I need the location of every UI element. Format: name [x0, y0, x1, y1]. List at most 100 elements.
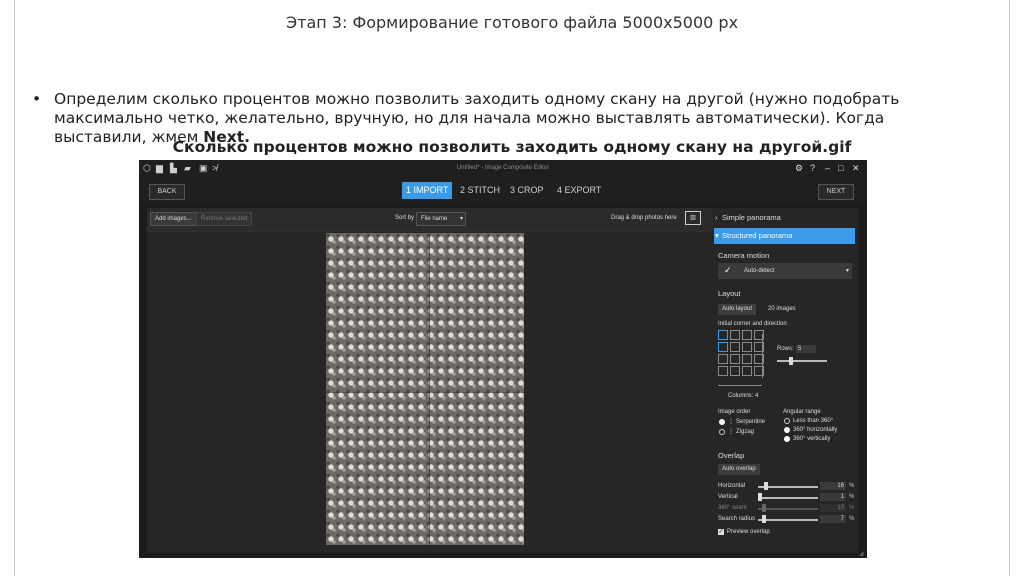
- step-crop-label: CROP: [517, 185, 544, 195]
- folder-open-icon[interactable]: ▰: [184, 164, 193, 173]
- rows-arrow: [762, 334, 763, 378]
- vertical-slider-thumb[interactable]: [758, 493, 762, 501]
- vertical-percent: %: [849, 494, 855, 500]
- vert-360-label: 360° vertically: [793, 436, 831, 442]
- horizontal-slider-thumb[interactable]: [764, 482, 768, 490]
- export-icon[interactable]: ≯: [212, 164, 221, 173]
- layout-label: Layout: [718, 289, 741, 298]
- camera-motion-value: Auto-detect: [744, 268, 775, 274]
- sort-by-label: Sort by: [395, 215, 415, 221]
- search-radius-slider-track[interactable]: [758, 519, 818, 521]
- grid-cell[interactable]: [730, 354, 740, 364]
- settings-panel: › Simple panorama ▾ Structured panorama …: [712, 208, 859, 553]
- image-seam-horizontal: [326, 392, 524, 393]
- horizontal-label: Horizontal: [718, 483, 746, 489]
- step-stitch[interactable]: 2 STITCH: [456, 182, 504, 199]
- grid-cell[interactable]: [742, 354, 752, 364]
- search-radius-slider-thumb[interactable]: [762, 515, 766, 523]
- less-than-360-label: Less than 360°: [793, 418, 834, 424]
- add-images-button[interactable]: Add images...: [150, 212, 197, 226]
- rows-slider-track[interactable]: [777, 360, 827, 362]
- step-crop-num: 3: [510, 185, 516, 195]
- image-seam-vertical: [429, 233, 430, 545]
- seam-label: 360° seam: [718, 505, 747, 511]
- grid-cell[interactable]: [730, 342, 740, 352]
- minimize-icon[interactable]: –: [825, 163, 830, 173]
- rows-label: Rows:: [777, 346, 794, 352]
- rows-input[interactable]: 5: [796, 345, 816, 353]
- gear-icon[interactable]: ⚙: [795, 163, 803, 174]
- camera-motion-select[interactable]: ✓ Auto-detect ▾: [718, 263, 852, 279]
- vertical-label: Vertical: [718, 494, 738, 500]
- stitched-preview-image[interactable]: [326, 233, 524, 545]
- grid-cell[interactable]: [742, 366, 752, 376]
- chevron-down-icon: ▾: [459, 216, 463, 222]
- simple-panorama-option[interactable]: › Simple panorama: [712, 211, 859, 225]
- seam-percent: %: [849, 505, 855, 511]
- vertical-value[interactable]: 1: [820, 493, 846, 501]
- structured-panorama-label: Structured panorama: [722, 231, 793, 240]
- grid-cell[interactable]: [730, 330, 740, 340]
- chevron-right-icon: ›: [715, 213, 718, 222]
- folder-icon[interactable]: ▆: [156, 164, 165, 173]
- columns-label: Columns: 4: [728, 393, 759, 399]
- structured-panorama-option[interactable]: ▾ Structured panorama: [714, 228, 855, 244]
- grid-cell[interactable]: [718, 330, 728, 340]
- remove-selected-button[interactable]: Remove selected: [196, 212, 253, 226]
- next-button[interactable]: NEXT: [818, 184, 854, 200]
- corner-grid[interactable]: [718, 330, 774, 382]
- step-stitch-num: 2: [460, 185, 466, 195]
- step-export-label: EXPORT: [564, 185, 602, 195]
- step-import[interactable]: 1 IMPORT: [402, 182, 453, 199]
- zigzag-radio[interactable]: [719, 429, 725, 435]
- grid-cell[interactable]: [718, 342, 728, 352]
- search-radius-label: Search radius: [718, 516, 756, 522]
- horizontal-percent: %: [849, 483, 855, 489]
- step-crop[interactable]: 3 CROP: [506, 182, 548, 199]
- film-strip-icon: ▥: [685, 211, 701, 225]
- maximize-icon[interactable]: □: [838, 163, 843, 173]
- import-toolbar: Add images... Remove selected Sort by Fi…: [147, 208, 712, 230]
- vertical-slider-track[interactable]: [758, 497, 818, 499]
- grid-cell[interactable]: [718, 354, 728, 364]
- help-icon[interactable]: ?: [810, 163, 815, 173]
- grid-cell[interactable]: [742, 330, 752, 340]
- resize-grip-icon[interactable]: ◢: [859, 550, 864, 557]
- grid-cell[interactable]: [718, 366, 728, 376]
- preview-overlap-checkbox[interactable]: ✓: [718, 529, 724, 535]
- zigzag-label: Zigzag: [736, 429, 755, 435]
- step-export[interactable]: 4 EXPORT: [553, 182, 605, 199]
- grid-cell[interactable]: [730, 366, 740, 376]
- back-label: BACK: [157, 188, 177, 195]
- vert-360-radio[interactable]: [784, 436, 790, 442]
- auto-layout-button[interactable]: Auto layout: [718, 304, 757, 315]
- horiz-360-radio[interactable]: [784, 427, 790, 433]
- chevron-down-icon: ▾: [846, 268, 850, 274]
- search-radius-value[interactable]: 7: [820, 515, 846, 523]
- horizontal-value[interactable]: 16: [820, 482, 846, 490]
- cube-icon[interactable]: ⬡: [143, 164, 152, 173]
- less-than-360-radio[interactable]: [784, 418, 790, 424]
- step-import-num: 1: [406, 185, 412, 195]
- serpentine-radio[interactable]: [719, 419, 725, 425]
- auto-overlap-button[interactable]: Auto overlap: [718, 464, 760, 475]
- camera-motion-label: Camera motion: [718, 251, 770, 260]
- close-icon[interactable]: ✕: [852, 163, 860, 174]
- ice-app-window: ⬡ ▆ ▙ ▰ ▣ ≯ Untitled* - Image Composite …: [139, 160, 867, 558]
- serpentine-icon: ⋮: [728, 419, 734, 425]
- save-icon[interactable]: ▣: [199, 164, 208, 173]
- back-button[interactable]: BACK: [149, 184, 185, 200]
- seam-slider-thumb: [762, 504, 766, 512]
- checkmark-icon: ✓: [724, 265, 732, 275]
- rows-slider-thumb[interactable]: [789, 357, 793, 365]
- serpentine-label: Serpentine: [736, 419, 766, 425]
- chevron-down-icon: ▾: [715, 231, 719, 240]
- grid-cell[interactable]: [742, 342, 752, 352]
- overlap-label: Overlap: [718, 451, 745, 460]
- horiz-360-label: 360° horizontally: [793, 427, 838, 433]
- preview-overlap-label: Preview overlap: [727, 529, 770, 535]
- zigzag-icon: ⋮: [728, 429, 734, 435]
- open-icon[interactable]: ▙: [170, 164, 179, 173]
- sort-by-select[interactable]: File name ▾: [416, 212, 466, 226]
- gif-caption: Сколько процентов можно позволить заходи…: [172, 138, 852, 156]
